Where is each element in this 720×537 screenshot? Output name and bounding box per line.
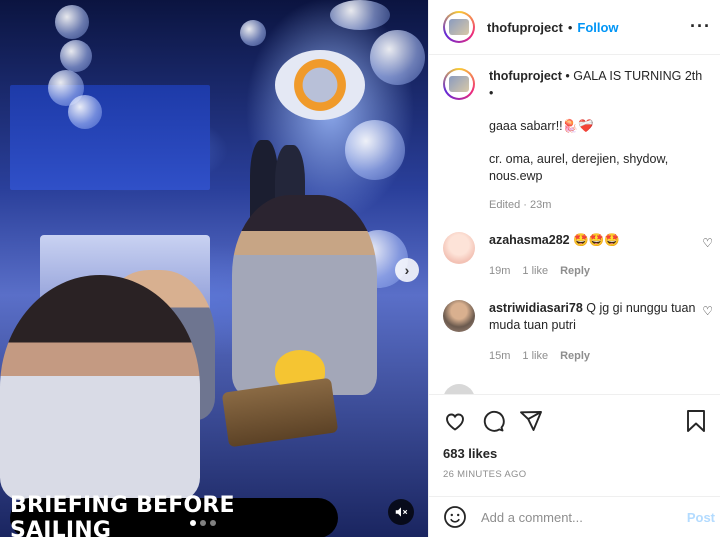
balloon [330, 0, 390, 30]
heart-icon[interactable]: ♡ [702, 304, 713, 318]
comment-text: 🤩🤩🤩 [569, 233, 620, 247]
comment-username[interactable]: azahasma282 [489, 233, 570, 247]
post-panel: thofuproject • Follow ··· thofuproject •… [428, 0, 720, 537]
post-actions: 683 likes 26 MINUTES AGO [429, 394, 720, 488]
balloon [55, 5, 89, 39]
carousel-indicator [190, 520, 216, 526]
caption-username[interactable]: thofuproject [489, 69, 562, 83]
avatar[interactable] [443, 232, 475, 264]
follow-button[interactable]: Follow [577, 20, 618, 35]
reply-button[interactable]: Reply [560, 263, 590, 280]
comment-username[interactable]: astriwidiasari78 [489, 301, 583, 315]
speaker-muted-icon [395, 507, 408, 517]
video-caption-text: BRIEFING BEFORE SAILING [10, 493, 235, 537]
caption-text: cr. oma, aurel, derejien, shydow, nous.e… [489, 152, 669, 183]
balloon [60, 40, 92, 72]
avatar[interactable] [443, 384, 475, 394]
post-button[interactable]: Post [687, 510, 715, 525]
balloon [68, 95, 102, 129]
header-username[interactable]: thofuproject [487, 20, 563, 35]
submarine-decoration [275, 50, 365, 120]
carousel-dot [190, 520, 196, 526]
comment-time[interactable]: 19m [489, 263, 510, 280]
stage-backdrop [10, 85, 210, 190]
next-slide-button[interactable]: › [395, 258, 419, 282]
post-timestamp[interactable]: 26 MINUTES AGO [443, 469, 526, 480]
balloon [345, 120, 405, 180]
caption-text: gaaa sabarr!!🪼❤️‍🩹 [489, 119, 594, 133]
comment-time[interactable]: 15m [489, 348, 510, 365]
video-caption: BRIEFING BEFORE SAILING [10, 493, 338, 537]
bookmark-icon[interactable] [685, 409, 707, 433]
more-horizontal-icon[interactable]: ··· [690, 17, 711, 35]
comment-icon[interactable] [481, 409, 505, 433]
heart-icon[interactable] [443, 409, 467, 433]
avatar[interactable] [443, 300, 475, 332]
comment-input[interactable]: Add a comment... [481, 510, 687, 525]
post-media[interactable]: BRIEFING BEFORE SAILING › [0, 0, 428, 537]
share-icon[interactable] [519, 409, 543, 433]
likes-count[interactable]: 683 likes [443, 446, 497, 461]
chevron-right-icon: › [404, 262, 410, 278]
balloon [240, 20, 266, 46]
person [0, 275, 200, 500]
comment-composer: Add a comment... Post [429, 496, 720, 537]
post-header: thofuproject • Follow ··· [429, 0, 720, 55]
mute-toggle-button[interactable] [388, 499, 414, 525]
comment-likes[interactable]: 1 like [522, 263, 548, 280]
carousel-dot [200, 520, 206, 526]
caption-text: • GALA IS TURNING 2th [561, 69, 703, 83]
caption-text: • [489, 86, 494, 100]
balloon [370, 30, 425, 85]
separator: • [567, 19, 573, 35]
smiley-icon[interactable] [443, 505, 467, 529]
carousel-dot [210, 520, 216, 526]
heart-icon[interactable]: ♡ [702, 236, 713, 250]
avatar[interactable] [443, 11, 475, 43]
reply-button[interactable]: Reply [560, 348, 590, 365]
comments-list[interactable]: thofuproject • GALA IS TURNING 2th • gaa… [429, 56, 720, 394]
edited-timestamp: Edited · 23m [489, 199, 552, 211]
avatar[interactable] [443, 68, 475, 100]
comment-likes[interactable]: 1 like [522, 348, 548, 365]
